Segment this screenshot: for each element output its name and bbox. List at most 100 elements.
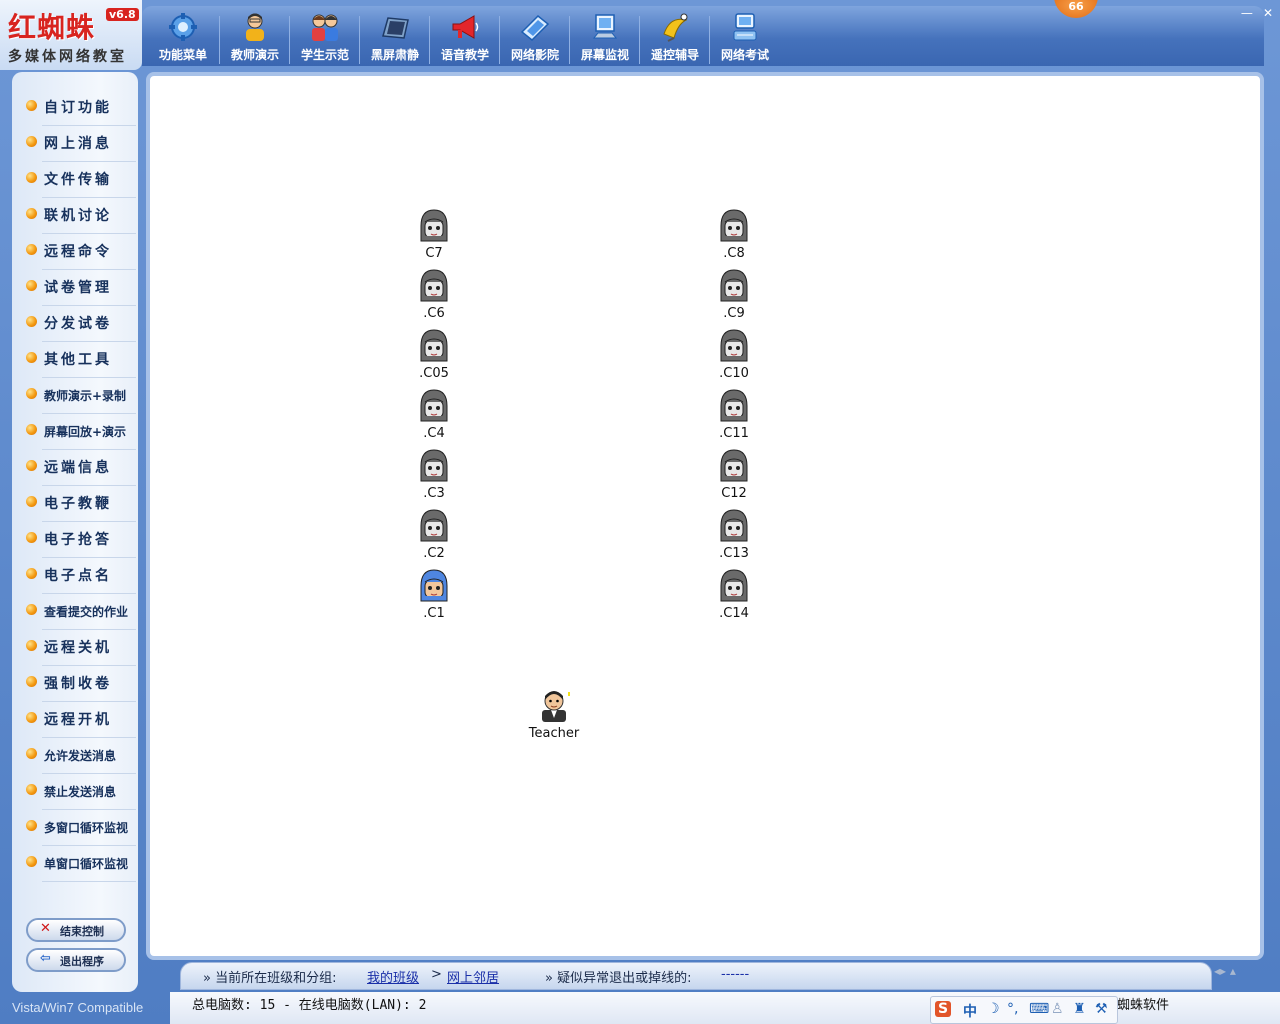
student-computer[interactable]: .C05 bbox=[404, 328, 464, 384]
scroll-arrows-icon[interactable]: ◂▸ ▴ bbox=[1214, 964, 1236, 978]
compatibility-label: Vista/Win7 Compatible bbox=[12, 1000, 144, 1015]
computer-label: C7 bbox=[425, 246, 443, 261]
sidebar-item-remote-boot[interactable]: 远程开机 bbox=[22, 702, 136, 738]
logo-title: 红蜘蛛 bbox=[8, 11, 96, 44]
toolbar-voice-teaching-button[interactable]: 语音教学 bbox=[430, 6, 500, 68]
keyboard-icon[interactable]: ⌨ bbox=[1029, 1001, 1049, 1017]
bullet-icon bbox=[26, 208, 37, 219]
end-control-button[interactable]: ✕ 结束控制 bbox=[26, 918, 126, 942]
sidebar-item-force-collect[interactable]: 强制收卷 bbox=[22, 666, 136, 702]
user-icon[interactable]: ♙ bbox=[1051, 1001, 1064, 1017]
student-computer[interactable]: C12 bbox=[704, 448, 764, 504]
sidebar-item-roll-call[interactable]: 电子点名 bbox=[22, 558, 136, 594]
class-info-bar: » 当前所在班级和分组: 我的班级 > 网上邻居 » 疑似异常退出或掉线的: -… bbox=[180, 962, 1212, 990]
group-link[interactable]: 网上邻居 bbox=[447, 971, 499, 986]
input-method-bar[interactable]: S 中 ☽ °, ⌨ ♙ ♜ ⚒ bbox=[930, 996, 1118, 1024]
bullet-icon bbox=[26, 532, 37, 543]
sidebar-item-other-tools[interactable]: 其他工具 bbox=[22, 342, 136, 378]
sidebar-item-screen-replay-demo[interactable]: 屏幕回放+演示 bbox=[22, 414, 136, 450]
teacher-computer[interactable]: Teacher bbox=[524, 688, 584, 744]
punctuation-icon[interactable]: °, bbox=[1007, 1001, 1018, 1017]
student-computer[interactable]: .C3 bbox=[404, 448, 464, 504]
bullet-icon bbox=[26, 496, 37, 507]
computer-label: .C4 bbox=[423, 426, 445, 441]
sidebar-item-distribute-paper[interactable]: 分发试卷 bbox=[22, 306, 136, 342]
toolbar-network-exam-button[interactable]: 网络考试 bbox=[710, 6, 780, 68]
student-computer[interactable]: .C2 bbox=[404, 508, 464, 564]
sidebar-item-allow-messages[interactable]: 允许发送消息 bbox=[22, 738, 136, 774]
sidebar-item-quick-answer[interactable]: 电子抢答 bbox=[22, 522, 136, 558]
student-computer[interactable]: C7 bbox=[404, 208, 464, 264]
button-label: 结束控制 bbox=[60, 925, 104, 938]
sidebar-item-remote-command[interactable]: 远程命令 bbox=[22, 234, 136, 270]
student-avatar-icon bbox=[420, 449, 448, 482]
sidebar-item-label: 电子点名 bbox=[44, 568, 112, 584]
toolbar-student-demo-button[interactable]: 学生示范 bbox=[290, 6, 360, 68]
sidebar-item-label: 教师演示+录制 bbox=[44, 389, 127, 403]
sidebar-item-online-discussion[interactable]: 联机讨论 bbox=[22, 198, 136, 234]
student-computer[interactable]: .C11 bbox=[704, 388, 764, 444]
student-computer[interactable]: .C9 bbox=[704, 268, 764, 324]
toolbar-label: 教师演示 bbox=[230, 48, 279, 62]
sidebar-item-custom-functions[interactable]: 自订功能 bbox=[22, 90, 136, 126]
bullet-icon bbox=[26, 676, 37, 687]
minimize-button[interactable]: — bbox=[1241, 7, 1253, 19]
sidebar-item-teacher-demo-record[interactable]: 教师演示+录制 bbox=[22, 378, 136, 414]
sidebar-item-online-message[interactable]: 网上消息 bbox=[22, 126, 136, 162]
sidebar-item-remote-shutdown[interactable]: 远程关机 bbox=[22, 630, 136, 666]
half-width-icon[interactable]: ☽ bbox=[987, 1001, 1000, 1017]
bullet-icon bbox=[26, 460, 37, 471]
chinese-mode-icon[interactable]: 中 bbox=[963, 1001, 977, 1021]
toolbar-network-cinema-button[interactable]: 网络影院 bbox=[500, 6, 570, 68]
sogou-icon[interactable]: S bbox=[935, 1001, 952, 1017]
teacher-icon bbox=[246, 13, 264, 41]
sidebar-item-label: 查看提交的作业 bbox=[44, 605, 129, 619]
toolbar-function-menu-button[interactable]: 功能菜单 bbox=[148, 6, 218, 68]
toolbar-screen-monitor-button[interactable]: 屏幕监视 bbox=[570, 6, 640, 68]
toolbar-remote-tutor-button[interactable]: 遥控辅导 bbox=[640, 6, 710, 68]
sidebar-item-view-homework[interactable]: 查看提交的作业 bbox=[22, 594, 136, 630]
bullet-icon bbox=[26, 640, 37, 651]
computer-label: .C11 bbox=[719, 426, 749, 441]
class-link[interactable]: 我的班级 bbox=[367, 971, 419, 986]
sidebar-item-label: 允许发送消息 bbox=[44, 749, 117, 763]
student-avatar-icon bbox=[720, 509, 748, 542]
toolbar-label: 屏幕监视 bbox=[580, 48, 629, 62]
toolbar-black-screen-button[interactable]: 黑屏肃静 bbox=[360, 6, 430, 68]
bullet-icon bbox=[26, 748, 37, 759]
toolbar-teacher-demo-button[interactable]: 教师演示 bbox=[220, 6, 290, 68]
sidebar-item-paper-management[interactable]: 试卷管理 bbox=[22, 270, 136, 306]
student-avatar-icon bbox=[420, 329, 448, 362]
app-logo: 红蜘蛛 v6.8 多媒体网络教室 bbox=[0, 0, 142, 70]
skin-icon[interactable]: ♜ bbox=[1073, 1001, 1086, 1017]
student-computer[interactable]: .C4 bbox=[404, 388, 464, 444]
sidebar-item-electronic-pointer[interactable]: 电子教鞭 bbox=[22, 486, 136, 522]
sidebar-item-label: 自订功能 bbox=[44, 100, 112, 116]
sidebar-item-label: 强制收卷 bbox=[44, 676, 112, 692]
student-avatar-icon bbox=[420, 269, 448, 302]
student-computer[interactable]: .C8 bbox=[704, 208, 764, 264]
student-computer[interactable]: .C1 bbox=[404, 568, 464, 624]
close-icon: ✕ bbox=[40, 921, 51, 936]
bullet-icon bbox=[26, 424, 37, 435]
computer-label: .C9 bbox=[723, 306, 745, 321]
student-computer[interactable]: .C13 bbox=[704, 508, 764, 564]
student-avatar-icon bbox=[420, 209, 448, 242]
computer-label: .C13 bbox=[719, 546, 749, 561]
toolbar-label: 功能菜单 bbox=[158, 48, 207, 62]
tools-icon[interactable]: ⚒ bbox=[1095, 1001, 1108, 1017]
close-button[interactable]: ✕ bbox=[1262, 7, 1274, 19]
student-computer[interactable]: .C10 bbox=[704, 328, 764, 384]
toolbar-label: 语音教学 bbox=[440, 48, 489, 62]
student-computer[interactable]: .C6 bbox=[404, 268, 464, 324]
classroom-view: C7 .C6 .C05 .C4 .C3 .C2 .C1 .C8 .C9 .C10 .C11 C12 .C… bbox=[146, 72, 1264, 960]
student-computer[interactable]: .C14 bbox=[704, 568, 764, 624]
bullet-icon bbox=[26, 136, 37, 147]
sidebar-item-multi-window-monitor[interactable]: 多窗口循环监视 bbox=[22, 810, 136, 846]
exit-program-button[interactable]: ⇦ 退出程序 bbox=[26, 948, 126, 972]
sidebar-item-file-transfer[interactable]: 文件传输 bbox=[22, 162, 136, 198]
sidebar-item-single-window-monitor[interactable]: 单窗口循环监视 bbox=[22, 846, 136, 882]
sidebar-item-forbid-messages[interactable]: 禁止发送消息 bbox=[22, 774, 136, 810]
sidebar-item-remote-info[interactable]: 远端信息 bbox=[22, 450, 136, 486]
student-avatar-icon bbox=[720, 449, 748, 482]
